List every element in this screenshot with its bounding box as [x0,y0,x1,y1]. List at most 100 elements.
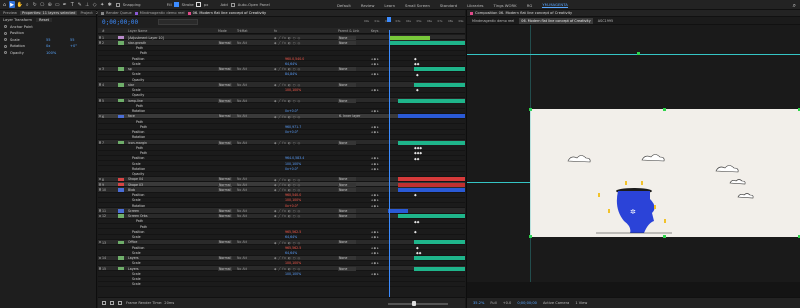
fill-label[interactable]: Fill [167,2,172,7]
layer-switches[interactable]: ◆ ╱ fx ◐ ○ ◎ [274,99,301,103]
stopwatch-icon[interactable] [4,25,7,29]
property-row[interactable]: Opacity 100% [0,50,96,57]
layer-switches[interactable]: ◆ ╱ fx ◐ ○ ◎ [274,83,301,87]
label-color-swatch[interactable] [118,256,124,260]
brush-tool-icon[interactable]: ✎ [77,1,83,8]
visibility-icon[interactable] [98,41,101,44]
property-value[interactable]: 964.0,583.4 [285,156,304,160]
stamp-tool-icon[interactable]: ⊥ [84,1,90,8]
track-matte-select[interactable]: No Att [237,188,247,192]
track-matte-select[interactable]: No Att [237,114,247,118]
guide-line[interactable] [467,54,800,55]
layer-switches[interactable]: ◆ ╱ fx ◐ ○ ◎ [274,183,301,187]
workspace-tab-standard[interactable]: Standard [440,3,457,8]
visibility-icon[interactable] [98,240,101,244]
layer-duration-bar[interactable] [398,177,465,182]
property-value[interactable]: 100,100% [285,162,301,166]
keyframe-navigator-icon[interactable]: ◂ ◆ ▸ [371,162,379,166]
blend-mode-select[interactable]: Normal [218,266,232,271]
property-value[interactable]: 960,971.7 [285,125,301,129]
layer-name[interactable]: Layers [128,256,139,260]
layer-name[interactable]: Screen [128,209,139,213]
parent-select[interactable]: None [338,40,356,45]
composition-viewer[interactable]: ✲ [467,25,800,282]
layer-duration-bar[interactable] [398,187,465,192]
property-value[interactable]: 64,64% [285,62,297,66]
track-matte-select[interactable]: No Att [237,41,247,45]
layer-name[interactable]: Screen Orbs [128,214,147,218]
visibility-icon[interactable] [98,67,101,71]
visibility-icon[interactable] [98,114,101,118]
auto-open-checkbox[interactable] [230,2,235,7]
layer-switches[interactable]: ◆ ╱ fx ◐ ○ ◎ [274,209,301,213]
layer-duration-bar[interactable] [414,82,465,87]
layer-switches[interactable]: ◆ ╱ fx ◐ ○ ◎ [274,178,301,182]
label-color-swatch[interactable] [118,266,124,271]
layer-switches[interactable]: ◆ ╱ fx ◐ ○ ◎ [274,115,301,119]
keyframe-navigator-icon[interactable]: ◂ ◆ ▸ [371,72,379,76]
blend-mode-select[interactable]: Normal [218,114,232,119]
track-matte-select[interactable]: No Att [237,240,247,244]
layer-duration-bar[interactable] [398,114,465,119]
stroke-px[interactable]: px [204,2,209,7]
parent-select[interactable]: None [338,35,356,40]
layer-name[interactable]: star [128,83,134,87]
tab-project[interactable]: Project [80,11,92,15]
timecode-display[interactable]: 0;00;00;00 [102,19,138,26]
layer-name[interactable]: Shape 04 [128,177,143,181]
layer-name[interactable]: Layers [128,267,139,271]
tab-preview[interactable]: Preview [3,11,17,15]
rotate-tool-icon[interactable]: ↻ [32,1,38,8]
layer-name[interactable]: Shape 03 [128,183,143,187]
rectangle-tool-icon[interactable]: ▭ [54,1,60,8]
keyframe-navigator-icon[interactable]: ◂ ◆ ▸ [371,130,379,134]
layer-name[interactable]: sp [128,67,132,71]
property-value[interactable]: 55 [70,38,75,42]
property-value[interactable]: 0x+0.0° [285,130,298,134]
time-ruler[interactable]: 00s01s02s03s04s05s06s07s08s09s [364,17,465,28]
visibility-icon[interactable] [98,214,101,218]
property-value[interactable]: 0x+0.0° [285,109,298,113]
playhead-line[interactable] [389,30,390,300]
blend-mode-select[interactable]: Normal [218,98,232,103]
workspace-tab-review[interactable]: Review [361,3,375,8]
label-color-swatch[interactable] [118,188,124,192]
blend-mode-select[interactable]: Normal [218,240,232,245]
track-matte-select[interactable]: No Att [237,83,247,87]
layer-switches[interactable]: ◆ ╱ fx ◐ ○ ◎ [274,67,301,71]
layer-name[interactable]: icon-margin [128,141,147,145]
layer-switches[interactable]: ◆ ╱ fx ◐ ○ ◎ [274,188,301,192]
blend-mode-select[interactable]: Normal [218,256,232,261]
transform-handle[interactable] [637,52,640,55]
label-color-swatch[interactable] [118,214,124,218]
property-value[interactable]: 55 [46,38,51,42]
hand-tool-icon[interactable]: ✋ [17,1,23,8]
crumb-asc1995[interactable]: ASC1995 [598,19,613,23]
keyframe-navigator-icon[interactable]: ◂ ◆ ▸ [371,62,379,66]
visibility-icon[interactable] [98,99,101,102]
property-value[interactable]: 965,562.5 [285,230,301,234]
parent-select[interactable]: None [338,240,356,245]
parent-select[interactable]: None [338,67,356,72]
label-color-swatch[interactable] [118,98,124,103]
layer-switches[interactable]: ◆ ╱ fx ◐ ○ ◎ [274,241,301,245]
workspace-tab-learn[interactable]: Learn [384,3,395,8]
visibility-icon[interactable] [98,177,101,181]
stopwatch-icon[interactable] [4,51,7,55]
keyframe-navigator-icon[interactable]: ◂ ◆ ▸ [371,246,379,250]
property-value[interactable]: 960.0,540.0 [285,57,304,61]
track-matte-select[interactable]: No Att [237,214,247,218]
keyframe-navigator-icon[interactable]: ◂ ◆ ▸ [371,167,379,171]
property-value[interactable]: 100,100% [285,272,301,276]
tab-active-comp[interactable]: 06. Modern flat line concept of Creativi… [187,11,266,15]
label-color-swatch[interactable] [118,67,124,71]
track-matte-select[interactable]: No Att [237,256,247,260]
layer-switches[interactable]: ◆ ╱ fx ◐ ○ ◎ [274,41,301,45]
layer-switches[interactable]: ◆ ╱ fx ◐ ○ ◎ [274,214,301,218]
pan-behind-tool-icon[interactable]: ⊕ [47,1,53,8]
snapping-checkbox[interactable] [115,2,120,7]
visibility-icon[interactable] [98,188,101,191]
canvas-handle[interactable] [663,107,666,111]
keyframe-navigator-icon[interactable]: ◂ ◆ ▸ [371,198,379,202]
property-row[interactable]: Scale [98,282,465,287]
